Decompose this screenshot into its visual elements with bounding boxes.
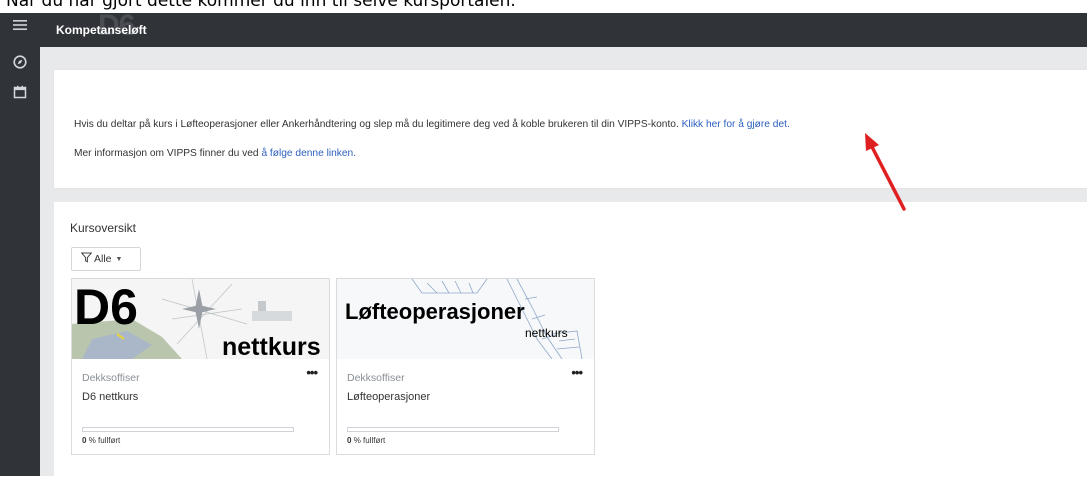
progress-bar [82, 427, 294, 432]
thumb-title: Løfteoperasjoner [345, 299, 525, 324]
caption-strip: Når du har gjort dette kommer du inn til… [0, 0, 1087, 13]
thumb-title: D6 [74, 279, 138, 335]
progress-suffix: % fullført [88, 436, 121, 445]
section-title: Kursoversikt [70, 221, 137, 235]
thumb-subtitle: nettkurs [222, 333, 321, 359]
course-overview-card: Kursoversikt Alle ▼ D6 nettkurs Dekksoff… [54, 202, 1087, 482]
vipps-more-info-line: Mer informasjon om VIPPS finner du ved å… [74, 148, 356, 159]
caret-down-icon: ▼ [115, 255, 123, 263]
progress-text: 0 % fullført [347, 436, 385, 445]
brand[interactable]: D6 Kompetanseløft [56, 9, 147, 44]
course-category: Dekksoffiser [347, 372, 405, 384]
hamburger-icon[interactable] [0, 13, 40, 47]
vipps-more-info-text: Mer informasjon om VIPPS finner du ved [74, 148, 259, 159]
course-thumbnail: Løfteoperasjoner nettkurs [337, 279, 594, 359]
course-category: Dekksoffiser [82, 372, 140, 384]
brand-title: Kompetanseløft [56, 23, 147, 37]
main-content: Hvis du deltar på kurs i Løfteoperasjone… [40, 47, 1087, 482]
vipps-connect-link[interactable]: Klikk her for å gjøre det. [682, 119, 790, 130]
vipps-more-info-link[interactable]: å følge denne linken. [261, 148, 356, 159]
thumb-subtitle: nettkurs [525, 326, 568, 340]
progress-bar [347, 427, 559, 432]
progress-suffix: % fullført [353, 436, 386, 445]
top-bar: D6 Kompetanseløft [0, 9, 1087, 47]
vipps-info-text: Hvis du deltar på kurs i Løfteoperasjone… [74, 119, 679, 130]
course-card[interactable]: Løfteoperasjoner nettkurs Dekksoffiser •… [336, 278, 595, 455]
progress-text: 0 % fullført [82, 436, 120, 445]
compass-icon[interactable] [0, 47, 40, 77]
progress-percent: 0 [82, 436, 87, 445]
more-options-icon[interactable]: ••• [306, 365, 318, 380]
more-options-icon[interactable]: ••• [571, 365, 583, 380]
annotation-arrow-icon [865, 133, 906, 211]
sidebar [0, 47, 40, 476]
calendar-icon[interactable] [0, 77, 40, 107]
vipps-info-line: Hvis du deltar på kurs i Løfteoperasjone… [74, 119, 790, 130]
course-thumbnail: D6 nettkurs [72, 279, 329, 359]
filter-icon [80, 252, 93, 266]
course-card[interactable]: D6 nettkurs Dekksoffiser ••• D6 nettkurs… [71, 278, 330, 455]
progress-percent: 0 [347, 436, 352, 445]
caption-text: Når du har gjort dette kommer du inn til… [6, 0, 516, 11]
course-name: Løfteoperasjoner [347, 391, 431, 403]
filter-dropdown[interactable]: Alle ▼ [71, 247, 141, 271]
vipps-info-card: Hvis du deltar på kurs i Løfteoperasjone… [54, 70, 1087, 188]
filter-label: Alle [94, 253, 112, 265]
course-name: D6 nettkurs [82, 391, 139, 403]
